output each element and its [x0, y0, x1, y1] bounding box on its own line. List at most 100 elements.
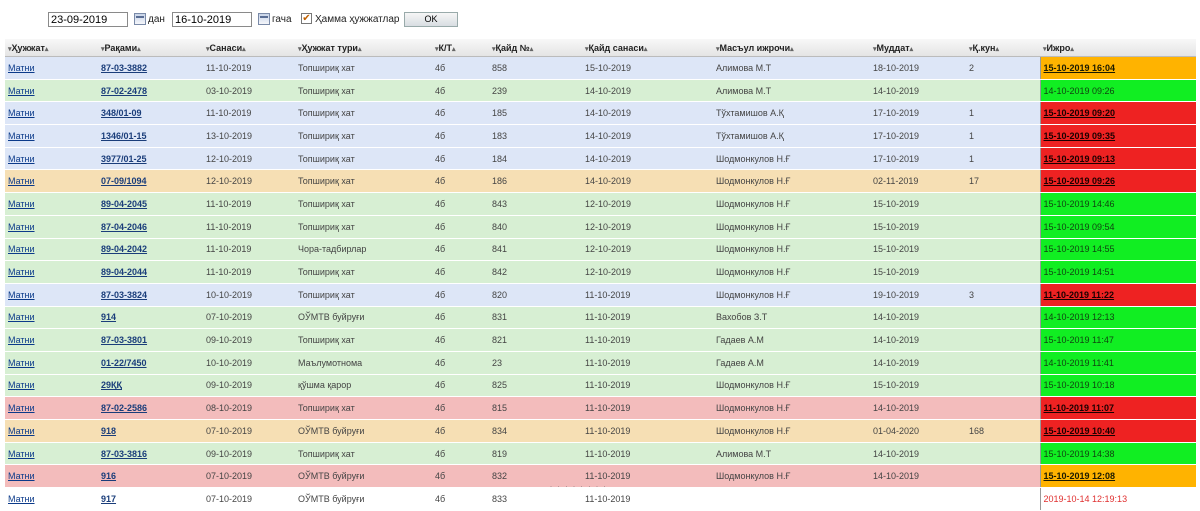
doc-number-link[interactable]: 29ҚҚ	[101, 380, 122, 390]
column-header[interactable]: ▾Рақами▴	[98, 39, 203, 57]
execution-status[interactable]: 15-10-2019 09:26	[1039, 169, 1196, 194]
column-header[interactable]: ▾Қайд №▴	[489, 39, 582, 57]
execution-status[interactable]: 15-10-2019 10:40	[1039, 419, 1196, 443]
column-header[interactable]: ▾Ижро▴	[1040, 39, 1196, 57]
sort-up-icon[interactable]: ▴	[452, 46, 456, 53]
execution-status[interactable]: 15-10-2019 12:08	[1039, 464, 1196, 489]
execution-status[interactable]: 15-10-2019 16:04	[1039, 56, 1196, 80]
doc-number-link[interactable]: 87-03-3801	[101, 335, 147, 345]
column-header[interactable]: ▾Қ.кун▴	[966, 39, 1040, 57]
table-row[interactable]: Матни 07-09/1094 12-10-2019 Топшириқ хат 4б 1…	[5, 169, 1196, 194]
sort-up-icon[interactable]: ▴	[790, 46, 794, 53]
execution-status[interactable]: 15-10-2019 14:51	[1039, 260, 1196, 284]
column-header[interactable]: ▾Ҳужжат тури▴	[295, 39, 432, 57]
doc-text-link[interactable]: Матни	[8, 312, 35, 322]
column-header[interactable]: ▾Ҳужжат▴	[5, 39, 98, 57]
doc-text-link[interactable]: Матни	[8, 154, 35, 164]
all-docs-checkbox[interactable]: ✔	[301, 13, 312, 24]
doc-number-link[interactable]: 87-02-2586	[101, 403, 147, 413]
doc-text-link[interactable]: Матни	[8, 86, 35, 96]
table-row[interactable]: Матни 89-04-2045 11-10-2019 Топшириқ хат 4б 8…	[5, 192, 1196, 216]
sort-up-icon[interactable]: ▴	[910, 46, 914, 53]
doc-number-link[interactable]: 917	[101, 494, 116, 504]
column-header[interactable]: ▾Қайд санаси▴	[582, 39, 713, 57]
doc-text-link[interactable]: Матни	[8, 494, 35, 504]
doc-text-link[interactable]: Матни	[8, 290, 35, 300]
execution-status[interactable]: 15-10-2019 14:55	[1039, 238, 1196, 262]
doc-text-link[interactable]: Матни	[8, 244, 35, 254]
date-from-input[interactable]	[48, 12, 128, 27]
table-row[interactable]: Матни 918 07-10-2019 ОЎМТВ буйруғи 4б 834 11-1…	[5, 419, 1196, 443]
table-row[interactable]: Матни 87-03-3801 09-10-2019 Топшириқ хат 4б 8…	[5, 328, 1196, 352]
doc-number-link[interactable]: 87-03-3824	[101, 290, 147, 300]
execution-status[interactable]: 14-10-2019 12:13	[1039, 306, 1196, 330]
sort-up-icon[interactable]: ▴	[995, 46, 999, 53]
execution-status[interactable]: 15-10-2019 09:20	[1039, 101, 1196, 126]
table-row[interactable]: Матни 87-04-2046 11-10-2019 Топшириқ хат 4б 8…	[5, 215, 1196, 239]
doc-number-link[interactable]: 914	[101, 312, 116, 322]
column-header[interactable]: ▾Муддат▴	[870, 39, 966, 57]
table-row[interactable]: Матни 87-03-3816 09-10-2019 Топшириқ хат 4б 8…	[5, 442, 1196, 466]
doc-number-link[interactable]: 87-03-3816	[101, 449, 147, 459]
doc-number-link[interactable]: 07-09/1094	[101, 176, 147, 186]
column-header[interactable]: ▾Санаси▴	[203, 39, 295, 57]
pagination[interactable]: · · · · · · · ·	[550, 484, 608, 490]
execution-status[interactable]: 15-10-2019 11:47	[1039, 328, 1196, 352]
sort-up-icon[interactable]: ▴	[137, 46, 141, 53]
execution-status[interactable]: 2019-10-14 12:19:13	[1039, 487, 1196, 511]
column-header[interactable]: ▾К/Т▴	[432, 39, 489, 57]
doc-text-link[interactable]: Матни	[8, 222, 35, 232]
sort-up-icon[interactable]: ▴	[242, 46, 246, 53]
execution-status[interactable]: 15-10-2019 14:38	[1039, 442, 1196, 466]
sort-up-icon[interactable]: ▴	[45, 46, 49, 53]
doc-number-link[interactable]: 918	[101, 426, 116, 436]
table-row[interactable]: Матни 29ҚҚ 09-10-2019 қўшма қарор 4б 825 11-10…	[5, 374, 1196, 398]
sort-up-icon[interactable]: ▴	[644, 46, 648, 53]
doc-text-link[interactable]: Матни	[8, 131, 35, 141]
table-row[interactable]: Матни 87-02-2586 08-10-2019 Топшириқ хат 4б 8…	[5, 396, 1196, 420]
table-row[interactable]: Матни 87-03-3882 11-10-2019 Топшириқ хат 4б 8…	[5, 56, 1196, 80]
doc-text-link[interactable]: Матни	[8, 335, 35, 345]
doc-text-link[interactable]: Матни	[8, 471, 35, 481]
doc-text-link[interactable]: Матни	[8, 449, 35, 459]
table-row[interactable]: Матни 87-02-2478 03-10-2019 Топшириқ хат 4б 2…	[5, 79, 1196, 103]
doc-number-link[interactable]: 89-04-2045	[101, 199, 147, 209]
table-row[interactable]: Матни 348/01-09 11-10-2019 Топшириқ хат 4б 18…	[5, 101, 1196, 126]
execution-status[interactable]: 11-10-2019 11:07	[1039, 396, 1196, 420]
execution-status[interactable]: 15-10-2019 09:54	[1039, 215, 1196, 239]
doc-text-link[interactable]: Матни	[8, 426, 35, 436]
doc-text-link[interactable]: Матни	[8, 380, 35, 390]
doc-number-link[interactable]: 916	[101, 471, 116, 481]
doc-text-link[interactable]: Матни	[8, 63, 35, 73]
calendar-icon[interactable]	[134, 13, 146, 25]
execution-status[interactable]: 15-10-2019 14:46	[1039, 192, 1196, 216]
doc-number-link[interactable]: 89-04-2044	[101, 267, 147, 277]
doc-number-link[interactable]: 87-03-3882	[101, 63, 147, 73]
sort-up-icon[interactable]: ▴	[358, 46, 362, 53]
table-row[interactable]: Матни 89-04-2042 11-10-2019 Чора-тадбирлар 4…	[5, 238, 1196, 262]
table-row[interactable]: Матни 89-04-2044 11-10-2019 Топшириқ хат 4б 8…	[5, 260, 1196, 284]
execution-status[interactable]: 15-10-2019 09:13	[1039, 147, 1196, 171]
doc-text-link[interactable]: Матни	[8, 403, 35, 413]
doc-text-link[interactable]: Матни	[8, 267, 35, 277]
execution-status[interactable]: 14-10-2019 11:41	[1039, 351, 1196, 375]
doc-number-link[interactable]: 01-22/7450	[101, 358, 147, 368]
ok-button[interactable]: OK	[404, 12, 458, 27]
doc-number-link[interactable]: 3977/01-25	[101, 154, 147, 164]
doc-number-link[interactable]: 1346/01-15	[101, 131, 147, 141]
doc-text-link[interactable]: Матни	[8, 108, 35, 118]
execution-status[interactable]: 15-10-2019 10:18	[1039, 374, 1196, 398]
execution-status[interactable]: 15-10-2019 09:35	[1039, 124, 1196, 148]
calendar-icon[interactable]	[258, 13, 270, 25]
doc-text-link[interactable]: Матни	[8, 358, 35, 368]
sort-up-icon[interactable]: ▴	[530, 46, 534, 53]
doc-number-link[interactable]: 348/01-09	[101, 108, 142, 118]
table-row[interactable]: Матни 01-22/7450 10-10-2019 Маълумотнома 4б 2…	[5, 351, 1196, 375]
execution-status[interactable]: 14-10-2019 09:26	[1039, 79, 1196, 103]
doc-text-link[interactable]: Матни	[8, 199, 35, 209]
table-row[interactable]: Матни 87-03-3824 10-10-2019 Топшириқ хат 4б 8…	[5, 283, 1196, 307]
doc-text-link[interactable]: Матни	[8, 176, 35, 186]
table-row[interactable]: Матни 1346/01-15 13-10-2019 Топшириқ хат 4б 1…	[5, 124, 1196, 148]
table-row[interactable]: Матни 3977/01-25 12-10-2019 Топшириқ хат 4б 1…	[5, 147, 1196, 171]
execution-status[interactable]: 11-10-2019 11:22	[1039, 283, 1196, 307]
